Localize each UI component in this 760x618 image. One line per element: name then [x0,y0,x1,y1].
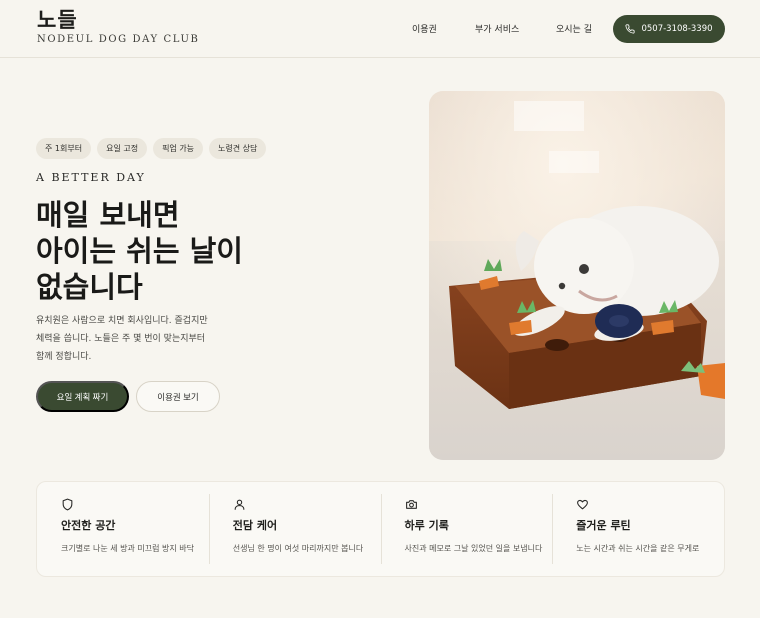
phone-number: 0507-3108-3390 [641,24,713,34]
shield-icon [62,498,73,511]
chip: 요일 고정 [97,138,148,159]
feature-fun-routine: 즐거운 루틴 노는 시간과 쉬는 시간을 같은 무게로 [552,482,724,576]
description-line: 체력을 씁니다. 노들은 주 몇 번이 맞는지부터 [36,334,206,344]
headline-line: 매일 보내면 [36,198,180,232]
description-line: 유치원은 사람으로 치면 회사입니다. 즐겁지만 [36,316,208,326]
phone-button[interactable]: 0507-3108-3390 [613,15,725,43]
feature-title: 전담 케어 [232,519,278,532]
feature-description: 크기별로 나눈 세 방과 미끄럼 방지 바닥 [61,544,195,553]
view-passes-button[interactable]: 이용권 보기 [136,381,220,412]
chip: 노령견 상담 [209,138,267,159]
chip: 픽업 가능 [153,138,204,159]
chip: 주 1회부터 [36,138,92,159]
logo-english: NODEUL DOG DAY CLUB [37,34,200,45]
feature-title: 안전한 공간 [61,519,116,532]
feature-daily-record: 하루 기록 사진과 메모로 그날 있었던 일을 보냅니다 [380,482,553,576]
tag-chips: 주 1회부터 요일 고정 픽업 가능 노령견 상담 [36,138,267,159]
nav-link-services[interactable]: 부가 서비스 [475,22,519,35]
feature-title: 하루 기록 [404,519,449,532]
headline-line: 없습니다 [36,270,143,304]
feature-description: 선생님 한 명이 여섯 마리까지만 봅니다 [232,544,364,553]
feature-strip: 안전한 공간 크기별로 나눈 세 방과 미끄럼 방지 바닥 전담 케어 선생님 … [36,481,725,577]
logo[interactable]: 노들 NODEUL DOG DAY CLUB [37,8,199,45]
nav-link-directions[interactable]: 오시는 길 [556,22,592,35]
hero-eyebrow: A BETTER DAY [36,171,146,184]
camera-icon [405,500,417,509]
puppy-photo [429,91,725,460]
logo-korean: 노들 [37,8,78,32]
hero-headline: 매일 보내면 아이는 쉬는 날이 없습니다 [36,197,336,305]
feature-dedicated-care: 전담 케어 선생님 한 명이 여섯 마리까지만 봅니다 [208,482,381,576]
person-icon [234,499,245,510]
feature-description: 노는 시간과 쉬는 시간을 같은 무게로 [576,544,700,553]
hero-image [429,91,725,460]
hero-description: 유치원은 사람으로 치면 회사입니다. 즐겁지만 체력을 씁니다. 노들은 주 … [36,312,236,366]
feature-title: 즐거운 루틴 [576,519,631,532]
description-line: 함께 정합니다. [36,352,92,362]
nav-link-passes[interactable]: 이용권 [412,22,437,35]
site-header: 노들 NODEUL DOG DAY CLUB 이용권 부가 서비스 오시는 길 … [0,0,760,58]
heart-icon [577,499,589,510]
plan-schedule-button[interactable]: 요일 계획 짜기 [36,381,129,412]
phone-icon [625,24,636,34]
headline-line: 아이는 쉬는 날이 [36,234,243,268]
feature-description: 사진과 메모로 그날 있었던 일을 보냅니다 [404,544,543,553]
feature-safe-space: 안전한 공간 크기별로 나눈 세 방과 미끄럼 방지 바닥 [37,482,209,576]
